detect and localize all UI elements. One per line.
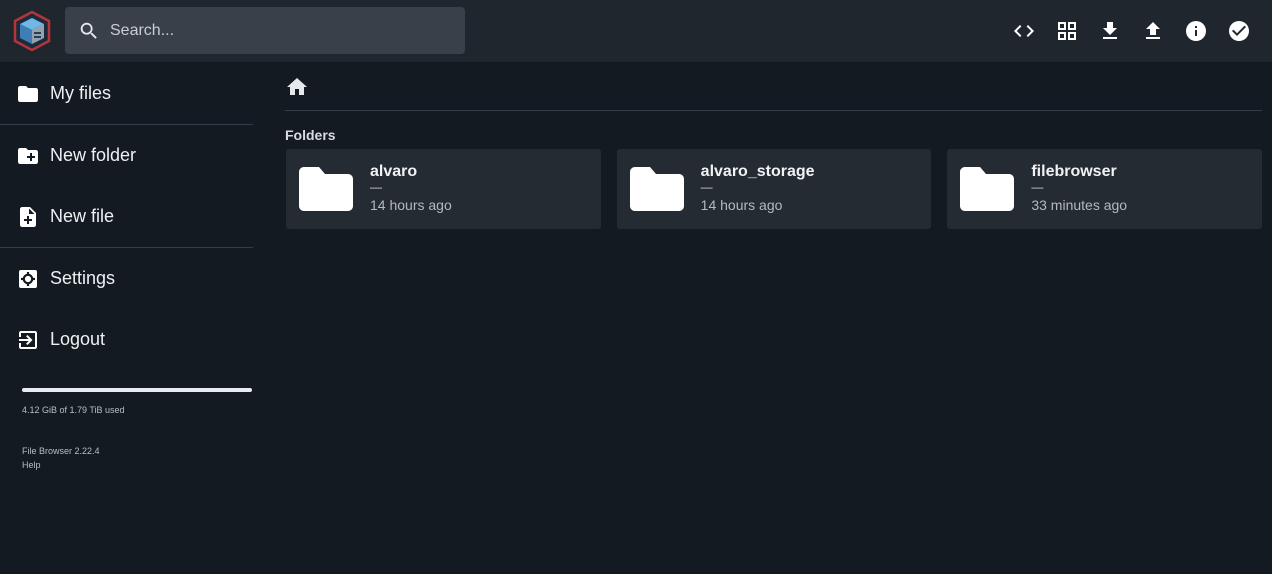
folder-grid: alvaro — 14 hours ago alvaro_storage — 1… [286,149,1263,229]
sidebar-item-settings[interactable]: Settings [0,248,253,309]
top-bar [0,0,1272,63]
select-multiple-button[interactable] [1217,10,1260,52]
upload-button[interactable] [1131,10,1174,52]
folder-icon [629,167,684,216]
sidebar-item-logout[interactable]: Logout [0,309,253,370]
sidebar-item-label: Logout [50,329,106,349]
sidebar-footer: File Browser 2.22.4 Help [22,444,100,472]
folder-name: alvaro [370,163,418,180]
main-content: Folders alvaro — 14 hours ago alvaro_sto… [285,63,1263,229]
check-circle-icon [1228,21,1249,41]
folder-name: filebrowser [1031,163,1117,180]
info-icon [1185,21,1206,41]
toolbar-actions [1002,10,1260,52]
grid-view-icon [1057,22,1076,40]
sidebar-item-label: My files [50,83,112,103]
storage-usage: 4.12 GiB of 1.79 TiB used [22,388,252,415]
folder-item[interactable]: alvaro — 14 hours ago [286,149,601,229]
new-file-icon [3,205,53,229]
storage-usage-text: 4.12 GiB of 1.79 TiB used [22,405,125,415]
sidebar-item-new-file[interactable]: New file [0,186,253,247]
folder-modified: 14 hours ago [700,197,783,213]
storage-usage-bar [22,388,252,392]
sidebar-item-label: New file [50,206,115,226]
breadcrumb [285,63,1262,111]
info-button[interactable] [1174,10,1217,52]
switch-view-button[interactable] [1045,10,1088,52]
sidebar-item-label: Settings [50,268,116,288]
sidebar-item-new-folder[interactable]: New folder [0,125,253,186]
folder-item[interactable]: filebrowser — 33 minutes ago [947,149,1263,229]
new-folder-icon [3,144,53,168]
folder-modified: 33 minutes ago [1031,197,1128,213]
source-code-button[interactable] [1002,10,1045,52]
code-icon [1013,25,1034,37]
help-link[interactable]: Help [22,458,100,472]
sidebar: My files New folder New file Settings Lo… [0,63,253,370]
folder-name: alvaro_storage [700,163,815,180]
upload-icon [1145,22,1160,39]
folder-size: — [1031,180,1044,194]
folder-icon [3,82,53,106]
settings-icon [3,267,53,291]
app-version: File Browser 2.22.4 [22,446,100,456]
search-box[interactable] [65,7,465,54]
folder-icon [299,167,353,216]
search-input[interactable] [108,20,442,41]
folders-section-title: Folders [285,127,336,143]
folder-size: — [700,180,713,194]
sidebar-item-label: New folder [50,145,137,165]
download-icon [1102,22,1117,39]
folder-item[interactable]: alvaro_storage — 14 hours ago [616,149,932,229]
home-icon[interactable] [285,75,309,99]
folder-size: — [370,180,382,194]
filebrowser-logo[interactable] [13,10,51,52]
folder-icon [960,167,1015,216]
sidebar-item-my-files[interactable]: My files [0,63,253,124]
search-icon [80,22,97,39]
folder-modified: 14 hours ago [370,197,452,213]
download-button[interactable] [1088,10,1131,52]
logout-icon [3,328,53,352]
